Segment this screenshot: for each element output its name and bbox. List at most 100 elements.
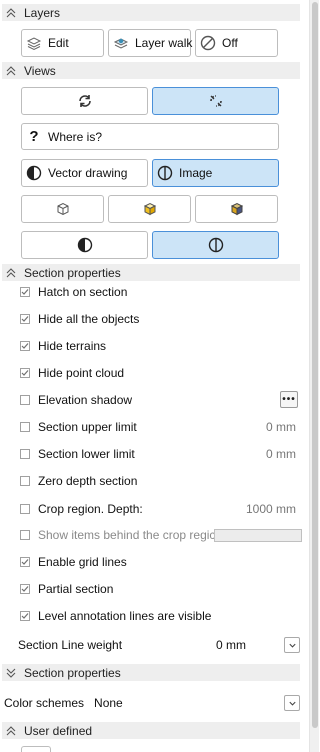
image-label: Image: [179, 166, 213, 180]
show-items-behind-crop-label: Show items behind the crop regic: [38, 528, 214, 542]
zero-depth-section-label: Zero depth section: [38, 474, 138, 488]
hide-all-objects-checkbox[interactable]: [20, 314, 30, 324]
partial-section-checkbox[interactable]: [20, 584, 30, 594]
color-schemes-dropdown[interactable]: [284, 695, 300, 711]
half-circle-view-button[interactable]: [21, 231, 148, 259]
hide-point-cloud-row: Hide point cloud: [20, 363, 300, 383]
layer-walk-label: Layer walk: [135, 36, 193, 50]
section-title: Section properties: [24, 665, 121, 680]
where-is-label: Where is?: [48, 129, 103, 144]
layers-stack-icon: [26, 35, 42, 51]
section-title: Views: [24, 63, 56, 78]
level-annotation-lines-row: Level annotation lines are visible: [20, 606, 300, 626]
level-annotation-lines-label: Level annotation lines are visible: [38, 609, 212, 623]
unlink-icon: [208, 93, 224, 109]
section-upper-limit-label: Section upper limit: [38, 420, 137, 434]
crop-region-depth-value[interactable]: 1000 mm: [246, 502, 296, 516]
section-upper-limit-value[interactable]: 0 mm: [266, 420, 296, 434]
sync-views-button[interactable]: [21, 87, 148, 115]
show-items-behind-crop-row: Show items behind the crop regic: [20, 525, 302, 545]
partial-button[interactable]: [21, 746, 51, 752]
chevron-up-icon[interactable]: [2, 722, 20, 739]
hide-terrains-checkbox[interactable]: [20, 341, 30, 351]
wireframe-cube-button[interactable]: [21, 195, 104, 223]
hide-all-objects-row: Hide all the objects: [20, 309, 300, 329]
hide-all-objects-label: Hide all the objects: [38, 312, 140, 326]
chevron-up-icon[interactable]: [2, 62, 20, 79]
enable-grid-lines-checkbox[interactable]: [20, 557, 30, 567]
hide-terrains-label: Hide terrains: [38, 339, 107, 353]
hide-point-cloud-label: Hide point cloud: [38, 366, 125, 380]
crop-slider: [214, 529, 302, 542]
color-schemes-label: Color schemes: [4, 696, 85, 710]
chevron-up-icon[interactable]: [2, 4, 20, 21]
enable-grid-lines-label: Enable grid lines: [38, 555, 127, 569]
hatch-on-section-checkbox[interactable]: [20, 287, 30, 297]
more-options-button[interactable]: •••: [280, 391, 298, 408]
elevation-shadow-row: Elevation shadow •••: [20, 390, 300, 410]
shaded-cube-icon: [142, 201, 158, 217]
half-circle-icon: [77, 237, 93, 253]
hide-point-cloud-checkbox[interactable]: [20, 368, 30, 378]
section-lower-limit-checkbox[interactable]: [20, 449, 30, 459]
layer-walk-button[interactable]: Layer walk: [108, 29, 193, 57]
zero-depth-section-checkbox[interactable]: [20, 476, 30, 486]
split-circle-icon: [157, 165, 173, 181]
section-title: Layers: [24, 5, 61, 20]
user-defined-header[interactable]: User defined: [2, 722, 300, 739]
off-label: Off: [222, 36, 238, 50]
elevation-shadow-checkbox[interactable]: [20, 395, 30, 405]
chevron-down-icon[interactable]: [2, 664, 20, 681]
section-upper-limit-checkbox[interactable]: [20, 422, 30, 432]
split-circle-view-button[interactable]: [152, 231, 279, 259]
where-is-button[interactable]: ? Where is?: [21, 123, 279, 150]
layers-section-header[interactable]: Layers: [2, 4, 300, 21]
wireframe-cube-icon: [55, 201, 71, 217]
hatch-on-section-label: Hatch on section: [38, 285, 128, 299]
edit-label: Edit: [48, 36, 69, 50]
section-line-weight-value: 0 mm: [216, 638, 246, 652]
question-icon: ?: [29, 128, 39, 145]
textured-cube-icon: [229, 201, 245, 217]
show-items-behind-crop-checkbox: [20, 530, 30, 540]
layers-off-button[interactable]: Off: [195, 29, 278, 57]
section-line-weight-row: Section Line weight 0 mm: [18, 635, 300, 655]
edit-layers-button[interactable]: Edit: [21, 29, 104, 57]
section-line-weight-label: Section Line weight: [18, 638, 123, 652]
vertical-scrollbar[interactable]: [309, 0, 319, 752]
partial-section-row: Partial section: [20, 579, 300, 599]
color-schemes-value: None: [94, 696, 123, 710]
section-lower-limit-label: Section lower limit: [38, 447, 135, 461]
section-properties-collapsed-header[interactable]: Section properties: [2, 664, 300, 681]
section-line-weight-dropdown[interactable]: [284, 637, 300, 653]
section-title: Section properties: [24, 265, 121, 280]
layer-walk-icon: [113, 35, 129, 51]
crop-region-depth-row: Crop region. Depth: 1000 mm: [20, 499, 300, 519]
zero-depth-section-row: Zero depth section: [20, 471, 300, 491]
partial-section-label: Partial section: [38, 582, 114, 596]
vector-drawing-button[interactable]: Vector drawing: [21, 159, 148, 187]
section-properties-header[interactable]: Section properties: [2, 264, 300, 281]
section-lower-limit-value[interactable]: 0 mm: [266, 447, 296, 461]
shaded-cube-button[interactable]: [108, 195, 191, 223]
split-circle-icon: [208, 237, 224, 253]
image-button[interactable]: Image: [152, 159, 279, 187]
section-upper-limit-row: Section upper limit 0 mm: [20, 417, 300, 437]
views-section-header[interactable]: Views: [2, 62, 300, 79]
hatch-on-section-row: Hatch on section: [20, 282, 300, 302]
level-annotation-lines-checkbox[interactable]: [20, 611, 30, 621]
enable-grid-lines-row: Enable grid lines: [20, 552, 300, 572]
prohibited-icon: [200, 35, 216, 51]
section-title: User defined: [24, 723, 93, 738]
elevation-shadow-label: Elevation shadow: [38, 393, 133, 407]
crop-region-depth-checkbox[interactable]: [20, 504, 30, 514]
color-schemes-row: Color schemes None: [4, 693, 274, 713]
textured-cube-button[interactable]: [195, 195, 278, 223]
half-circle-icon: [26, 165, 42, 181]
scrollbar-thumb[interactable]: [312, 2, 318, 728]
sync-icon: [77, 93, 93, 109]
unlink-views-button[interactable]: [152, 87, 279, 115]
chevron-up-icon[interactable]: [2, 264, 20, 281]
properties-panel: Layers Edit Layer walk Off Views ? Where…: [0, 0, 309, 752]
vector-drawing-label: Vector drawing: [48, 166, 128, 180]
